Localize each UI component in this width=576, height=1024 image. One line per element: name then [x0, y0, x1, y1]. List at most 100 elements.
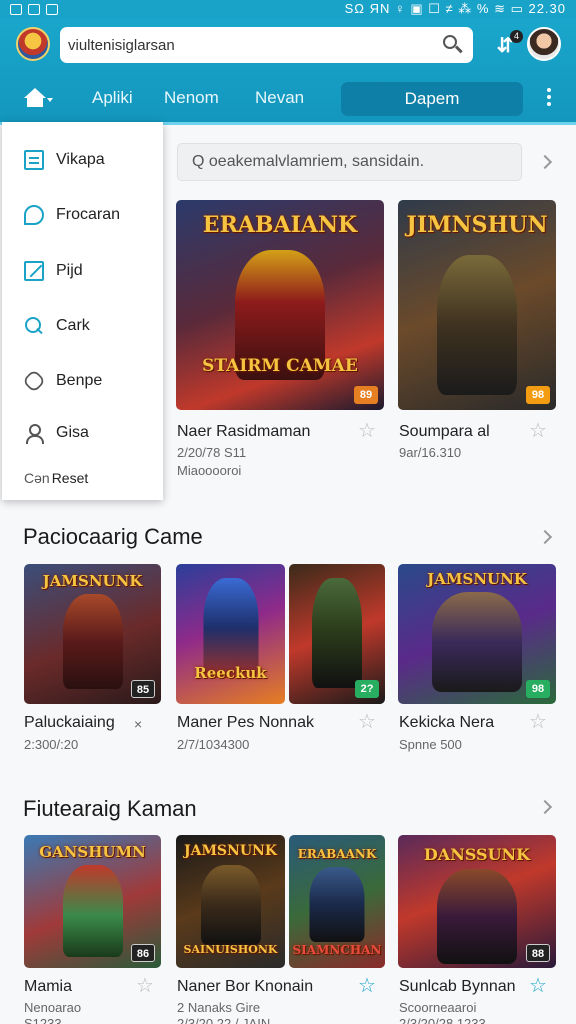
game-name[interactable]: Naer Rasidmaman	[177, 423, 310, 441]
message-icon	[46, 3, 58, 15]
menu-item-label: Pijd	[56, 262, 83, 279]
more-options-icon[interactable]	[544, 88, 554, 112]
dropdown-menu: Vikapa Frocaran Pijd Cark Benpe Gisa Cən…	[2, 122, 163, 500]
search-icon	[24, 316, 44, 336]
close-icon[interactable]: ×	[134, 716, 142, 732]
chevron-right-icon[interactable]	[537, 529, 553, 545]
home-icon[interactable]	[22, 86, 56, 114]
document-icon	[24, 150, 44, 170]
star-icon[interactable]: ☆	[135, 976, 155, 996]
game-title-art: JAMSNUNK	[183, 843, 278, 859]
game-title-art: Reeckuk	[194, 664, 267, 682]
notification-badge: 4	[510, 30, 523, 43]
hero-figure	[312, 578, 362, 688]
game-meta: S1233	[24, 1016, 62, 1024]
menu-item-label: Cark	[56, 317, 90, 334]
hero-figure	[62, 594, 123, 689]
menu-item-benpe[interactable]: Benpe	[2, 361, 163, 401]
tab-bar: Apliki Nenom Nevan Dapem	[0, 80, 576, 120]
game-card-art[interactable]: Reeckuk	[176, 564, 285, 704]
top-search-bar[interactable]: viultenisiglarsan	[60, 27, 473, 63]
game-card-art[interactable]: JAMSNUNK 85	[24, 564, 161, 704]
game-card-art[interactable]: 2?	[289, 564, 385, 704]
game-meta: 2/3/20/28 1233	[399, 1016, 486, 1024]
game-name[interactable]: Maner Pes Nonnak	[177, 714, 314, 732]
game-meta: 2:300/:20	[24, 737, 79, 752]
avatar[interactable]	[527, 27, 561, 61]
game-meta: 2/3/20 22 / JAIN	[177, 1016, 271, 1024]
game-name[interactable]: Paluckaiaing	[24, 714, 115, 732]
menu-item-cark[interactable]: Cark	[2, 306, 163, 346]
game-name[interactable]: Sunlcab Bynnan	[399, 978, 516, 996]
game-card-art[interactable]: ERABAANK SIAMNCHAN	[289, 835, 385, 968]
rating-badge: 88	[526, 944, 550, 962]
menu-item-vikapa[interactable]: Vikapa	[2, 140, 163, 180]
menu-item-reset[interactable]: Cən Reset	[2, 458, 163, 498]
section-title: Fiutearaig Kaman	[23, 796, 197, 821]
chevron-right-icon[interactable]	[537, 799, 553, 815]
reset-prefix: Cən	[24, 470, 50, 486]
hero-figure	[432, 592, 522, 692]
edit-icon	[24, 261, 44, 281]
hero-figure	[62, 865, 123, 957]
game-name[interactable]: Mamia	[24, 978, 72, 996]
game-card-art[interactable]: DANSSUNK 88	[398, 835, 556, 968]
notifications-icon[interactable]: ⇵ 4	[493, 30, 523, 58]
game-name[interactable]: Kekicka Nera	[399, 714, 494, 732]
game-card-art[interactable]: ERABAIANK STAIRM CAMAE 89	[176, 200, 384, 410]
game-name[interactable]: Soumpara al	[399, 423, 490, 441]
tab-apliki[interactable]: Apliki	[92, 88, 133, 108]
star-icon[interactable]: ☆	[528, 976, 548, 996]
hero-figure	[437, 255, 517, 395]
game-title-art: GANSHUMN	[39, 843, 146, 861]
hero-figure	[437, 869, 517, 964]
game-title-art: DANSSUNK	[423, 845, 531, 864]
game-subtitle-art: SAINUISHONK	[183, 943, 278, 956]
game-subtitle-art: SIAMNCHAN	[292, 943, 382, 957]
star-icon[interactable]: ☆	[528, 421, 548, 441]
rating-badge: 98	[526, 680, 550, 698]
game-card-art[interactable]: JIMNSHUN 98	[398, 200, 556, 410]
game-title-art: ERABAIANK	[202, 212, 358, 238]
section-title: Paciocaarig Came	[23, 524, 203, 549]
search-icon[interactable]	[437, 30, 467, 60]
hero-figure	[309, 867, 365, 942]
search-input[interactable]: viultenisiglarsan	[68, 37, 437, 54]
game-meta: Spnne 500	[399, 737, 462, 752]
menu-item-pijd[interactable]: Pijd	[2, 251, 163, 291]
star-icon[interactable]: ☆	[357, 712, 377, 732]
chevron-right-icon[interactable]	[537, 154, 553, 170]
tab-nevan[interactable]: Nevan	[255, 88, 304, 108]
status-bar: SΩ ЯΝ ♀ ▣ ☐ ≠ ⁂ % ≋ ▭ 22.30	[0, 0, 576, 18]
tab-nenom[interactable]: Nenom	[164, 88, 219, 108]
user-icon	[24, 423, 44, 444]
game-meta: 2/20/78 S11	[177, 445, 247, 460]
game-card-art[interactable]: GANSHUMN 86	[24, 835, 161, 968]
game-title-art: JAMSNUNK	[427, 570, 527, 588]
game-title-art: JAMSNUNK	[42, 572, 143, 590]
game-meta: Scoorneaaroi	[399, 1000, 477, 1015]
notification-icon	[10, 3, 22, 15]
app-bar: viultenisiglarsan ⇵ 4 Apliki Nenom Nevan …	[0, 18, 576, 125]
menu-item-label: Frocaran	[56, 206, 121, 223]
app-logo[interactable]	[16, 27, 50, 61]
content-search-input[interactable]: Q oeakemalvlamriem, sansidain.	[177, 143, 522, 181]
image-icon	[28, 3, 40, 15]
rating-badge: 86	[131, 944, 155, 962]
status-icons	[10, 3, 58, 15]
menu-item-frocaran[interactable]: Frocaran	[2, 195, 163, 235]
game-card-art[interactable]: JAMSNUNK 98	[398, 564, 556, 704]
tab-dapem[interactable]: Dapem	[341, 82, 523, 116]
menu-item-label: Reset	[51, 470, 89, 486]
star-icon[interactable]: ☆	[357, 421, 377, 441]
menu-item-label: Benpe	[56, 372, 103, 389]
game-meta: Miaooooroi	[177, 463, 242, 478]
menu-item-gisa[interactable]: Gisa	[2, 413, 163, 453]
star-icon[interactable]: ☆	[528, 712, 548, 732]
game-card-art[interactable]: JAMSNUNK SAINUISHONK	[176, 835, 285, 968]
game-meta: 2 Nanaks Gire	[177, 1000, 261, 1015]
status-right-text: SΩ ЯΝ ♀ ▣ ☐ ≠ ⁂ % ≋ ▭ 22.30	[344, 1, 566, 16]
star-icon[interactable]: ☆	[357, 976, 377, 996]
game-name[interactable]: Naner Bor Knonain	[177, 978, 313, 996]
game-meta: Nenoarao	[24, 1000, 82, 1015]
